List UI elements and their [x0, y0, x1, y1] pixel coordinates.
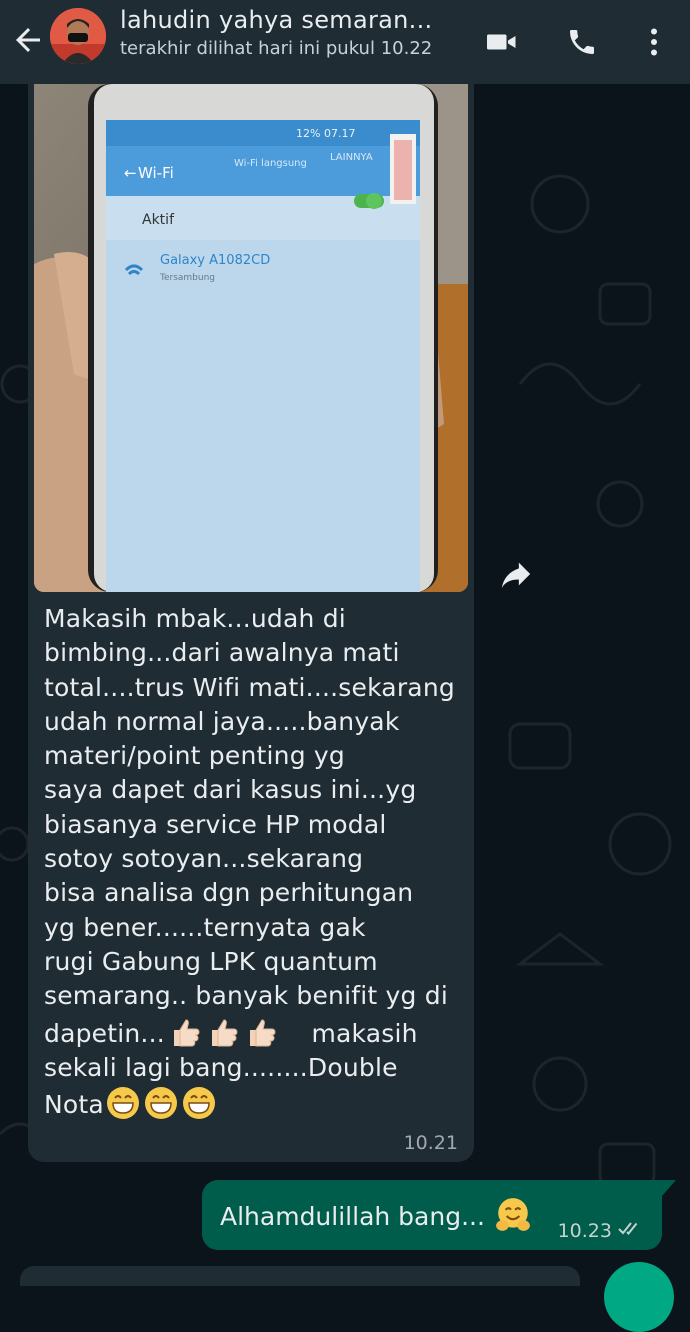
video-call-icon[interactable] [482, 22, 522, 62]
photo-status-bar: 12% 07.17 [296, 127, 355, 140]
thumbs-up-emoji-icon [249, 1019, 276, 1047]
chat-header: lahudin yahya semaran... terakhir diliha… [0, 0, 690, 84]
photo-toggle-label: Aktif [142, 212, 175, 228]
thumbs-up-emoji-icon [173, 1019, 200, 1047]
mic-button[interactable] [604, 1262, 674, 1332]
incoming-message-bubble[interactable]: 12% 07.17 Wi-Fi ← Wi-Fi langsung LAINNYA… [28, 84, 474, 1162]
grinning-emoji-icon [144, 1087, 177, 1120]
message-meta: 10.23 [558, 1220, 644, 1242]
thumbs-up-emoji-icon [211, 1019, 238, 1047]
photo-tab-direct: Wi-Fi langsung [234, 158, 307, 169]
message-line: sekali lagi bang........Double [44, 1052, 398, 1082]
phone-icon[interactable] [562, 22, 602, 62]
message-text: Alhamdulillah bang... [220, 1196, 533, 1234]
message-body: Makasih mbak...udah di bimbing...dari aw… [44, 604, 455, 1011]
contact-info[interactable]: lahudin yahya semaran... terakhir diliha… [120, 6, 460, 59]
message-line: Nota [44, 1090, 104, 1120]
message-text: Makasih mbak...udah di bimbing...dari aw… [44, 602, 464, 1122]
double-check-icon [618, 1220, 644, 1242]
arrow-left-icon[interactable] [10, 22, 46, 58]
photo-screen-title: Wi-Fi [138, 164, 174, 182]
last-seen-status: terakhir dilihat hari ini pukul 10.22 [120, 38, 433, 59]
grinning-emoji-icon [106, 1087, 139, 1120]
photo-tab-more: LAINNYA [330, 152, 373, 163]
photo-network-name: Galaxy A1082CD [160, 253, 270, 268]
hugging-emoji-icon [495, 1198, 530, 1231]
message-line: dapetin... [44, 1018, 165, 1048]
message-body: Alhamdulillah bang... [220, 1202, 485, 1231]
forward-icon[interactable] [494, 552, 538, 596]
message-photo[interactable]: 12% 07.17 Wi-Fi ← Wi-Fi langsung LAINNYA… [34, 84, 468, 592]
bubble-tail [662, 1180, 676, 1196]
grinning-emoji-icon [182, 1087, 215, 1120]
outgoing-message-bubble[interactable]: Alhamdulillah bang... 10.23 [202, 1180, 676, 1250]
message-input-bar[interactable] [20, 1266, 580, 1286]
more-vert-icon[interactable] [634, 22, 674, 62]
photo-network-status: Tersambung [159, 273, 215, 283]
message-line: makasih [311, 1018, 418, 1048]
message-time: 10.21 [403, 1132, 458, 1154]
contact-name: lahudin yahya semaran... [120, 6, 433, 34]
avatar[interactable] [50, 8, 106, 64]
message-time: 10.23 [557, 1220, 612, 1242]
svg-text:←: ← [124, 164, 137, 182]
